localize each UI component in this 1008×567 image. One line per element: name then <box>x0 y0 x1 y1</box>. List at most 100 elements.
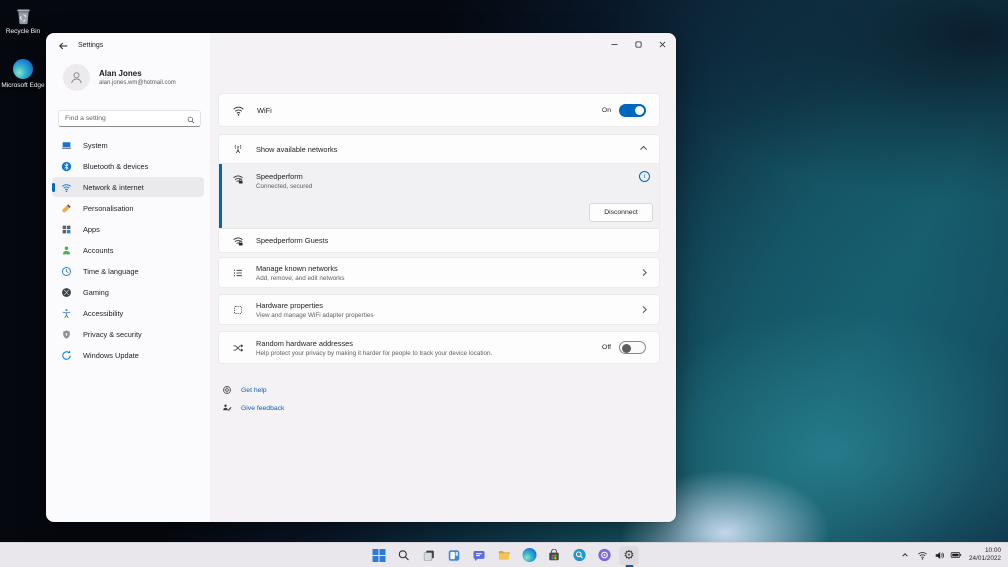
chat-button[interactable] <box>470 546 489 565</box>
accounts-icon <box>61 245 72 256</box>
wifi-secured-icon <box>232 173 244 185</box>
pinned-app-search-circle-button[interactable] <box>570 546 589 565</box>
pinned-app-purple-circle-icon <box>597 548 611 562</box>
widgets-icon <box>448 549 461 562</box>
random-hardware-state: Off <box>602 344 611 351</box>
selection-accent-bar <box>219 164 222 228</box>
sidebar-item-system[interactable]: System <box>52 135 204 155</box>
privacy-security-icon <box>61 329 72 340</box>
desktop-icon-microsoft-edge[interactable]: Microsoft Edge <box>1 58 45 89</box>
sidebar-item-bluetooth-devices[interactable]: Bluetooth & devices <box>52 156 204 176</box>
time-language-icon <box>61 266 72 277</box>
recycle-bin-icon <box>12 4 34 26</box>
file-explorer-icon <box>498 549 511 562</box>
microsoft-store-button[interactable] <box>545 546 564 565</box>
user-email: alan.jones.wm@hotmail.com <box>99 80 176 86</box>
network-properties-info-icon[interactable]: i <box>639 171 650 182</box>
hardware-properties-title: Hardware properties <box>256 301 374 310</box>
desktop-icon-label: Microsoft Edge <box>1 82 44 89</box>
chat-icon <box>473 549 486 562</box>
guest-network-row[interactable]: Speedperform Guests <box>219 229 659 252</box>
back-button[interactable] <box>56 40 70 52</box>
sidebar-item-network-internet[interactable]: Network & internet <box>52 177 204 197</box>
personalisation-icon <box>61 203 72 214</box>
pinned-app-search-circle-icon <box>572 548 586 562</box>
system-icon <box>61 140 72 151</box>
edge-button[interactable] <box>520 546 539 565</box>
apps-icon <box>61 224 72 235</box>
window-title: Settings <box>78 42 103 49</box>
sidebar-item-apps[interactable]: Apps <box>52 219 204 239</box>
minimize-button[interactable] <box>602 35 626 54</box>
edge-icon <box>522 548 536 562</box>
wifi-icon <box>232 104 245 117</box>
avatar <box>63 64 90 91</box>
give-feedback-link[interactable]: Give feedback <box>222 403 284 413</box>
search-box <box>58 110 201 127</box>
sidebar-item-windows-update[interactable]: Windows Update <box>52 345 204 365</box>
show-available-networks-row[interactable]: Show available networks <box>219 135 659 164</box>
show-available-networks-label: Show available networks <box>256 145 337 154</box>
sidebar-item-privacy-security[interactable]: Privacy & security <box>52 324 204 344</box>
taskbar-search-button[interactable] <box>395 546 414 565</box>
taskbar: ⚙ 10:00 24/01/2022 <box>0 542 1008 567</box>
hidden-icons-chevron[interactable] <box>899 549 911 561</box>
connected-network-row[interactable]: Speedperform Connected, secured i Discon… <box>219 164 659 229</box>
sidebar-item-accounts[interactable]: Accounts <box>52 240 204 260</box>
desktop: Recycle Bin Microsoft Edge Settings <box>0 0 1008 567</box>
tray-wifi-icon[interactable] <box>916 549 928 561</box>
sidebar-item-gaming[interactable]: Gaming <box>52 282 204 302</box>
bluetooth-icon <box>61 161 72 172</box>
edge-icon <box>12 58 34 80</box>
manage-known-networks-title: Manage known networks <box>256 264 345 273</box>
maximize-button[interactable] <box>626 35 650 54</box>
footer-links: Get help Give feedback <box>222 385 284 421</box>
connected-network-name: Speedperform <box>256 172 312 181</box>
sidebar-nav: System Bluetooth & devices Network & int… <box>52 135 204 366</box>
help-icon <box>222 385 232 395</box>
chip-icon <box>232 304 244 316</box>
windows-update-icon <box>61 350 72 361</box>
search-input[interactable] <box>65 111 183 126</box>
sidebar-item-personalisation[interactable]: Personalisation <box>52 198 204 218</box>
desktop-icon-label: Recycle Bin <box>6 28 40 35</box>
chevron-right-icon <box>640 306 646 312</box>
manage-known-networks-subtitle: Add, remove, and edit networks <box>256 275 345 282</box>
tray-battery-icon[interactable] <box>950 549 962 561</box>
get-help-link[interactable]: Get help <box>222 385 284 395</box>
wifi-secured-icon <box>232 235 244 247</box>
tray-volume-icon[interactable] <box>933 549 945 561</box>
pinned-app-purple-circle-button[interactable] <box>595 546 614 565</box>
disconnect-button[interactable]: Disconnect <box>589 203 653 222</box>
desktop-icon-recycle-bin[interactable]: Recycle Bin <box>1 4 45 35</box>
window-controls <box>602 35 674 54</box>
network-icon <box>61 182 72 193</box>
file-explorer-button[interactable] <box>495 546 514 565</box>
random-hardware-toggle[interactable] <box>619 341 646 354</box>
sidebar-item-time-language[interactable]: Time & language <box>52 261 204 281</box>
task-view-button[interactable] <box>420 546 439 565</box>
sidebar-item-accessibility[interactable]: Accessibility <box>52 303 204 323</box>
widgets-button[interactable] <box>445 546 464 565</box>
store-icon <box>548 549 561 562</box>
search-icon <box>187 116 195 124</box>
settings-taskbar-button[interactable]: ⚙ <box>620 546 639 565</box>
hardware-properties-card[interactable]: Hardware properties View and manage WiFi… <box>218 294 660 325</box>
task-view-icon <box>423 549 436 562</box>
settings-window: Settings Alan Jones alan.jones.wm@hotmai… <box>46 33 676 522</box>
clock[interactable]: 10:00 24/01/2022 <box>967 547 1005 563</box>
start-button[interactable] <box>370 546 389 565</box>
wifi-toggle[interactable] <box>619 104 646 117</box>
chevron-right-icon <box>640 269 646 275</box>
tray-date: 24/01/2022 <box>969 555 1001 563</box>
wifi-toggle-card: WiFi On <box>218 93 660 127</box>
manage-known-networks-card[interactable]: Manage known networks Add, remove, and e… <box>218 257 660 288</box>
random-hardware-title: Random hardware addresses <box>256 339 492 348</box>
close-button[interactable] <box>650 35 674 54</box>
gaming-icon <box>61 287 72 298</box>
tray-time: 10:00 <box>969 547 1001 555</box>
antenna-icon <box>232 143 244 155</box>
system-tray: 10:00 24/01/2022 <box>899 543 1005 567</box>
user-account[interactable]: Alan Jones alan.jones.wm@hotmail.com <box>63 64 205 91</box>
windows-logo-icon <box>373 549 386 562</box>
